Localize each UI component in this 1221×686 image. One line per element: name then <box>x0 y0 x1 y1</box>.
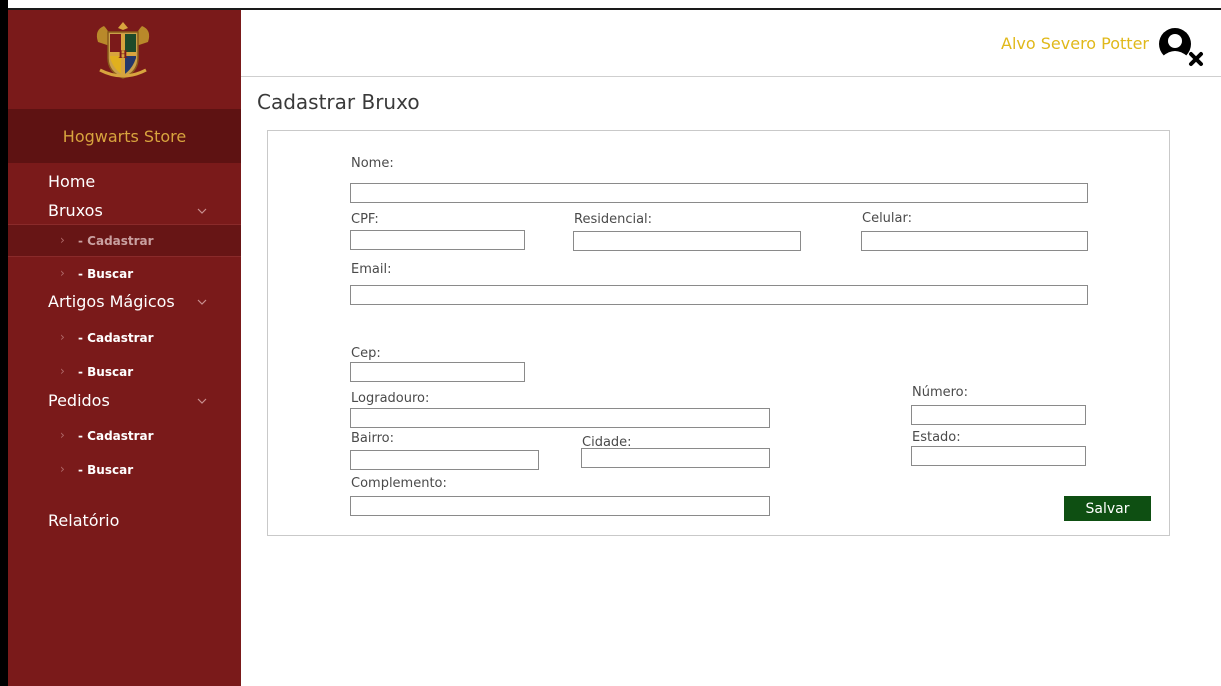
logradouro-field[interactable] <box>350 408 770 428</box>
nav-pedidos-label: Pedidos <box>48 390 110 410</box>
chevron-right-icon: › <box>60 233 65 247</box>
nav-home-label: Home <box>48 171 96 191</box>
nav-bruxos-buscar-label: - Buscar <box>78 267 134 281</box>
logradouro-label: Logradouro: <box>351 391 430 406</box>
nav-pedidos-buscar-label: - Buscar <box>78 463 134 477</box>
cpf-field[interactable] <box>350 230 525 250</box>
nav-artigos-cadastrar-label: - Cadastrar <box>78 331 154 345</box>
nav-relatorio-label: Relatório <box>48 510 120 530</box>
nav-bruxos-buscar[interactable]: › - Buscar <box>8 258 241 291</box>
nome-field[interactable] <box>350 183 1088 203</box>
cpf-label: CPF: <box>351 212 379 227</box>
chevron-down-icon <box>195 203 209 217</box>
nav-pedidos[interactable]: Pedidos <box>8 387 241 413</box>
nav-artigos-cadastrar[interactable]: › - Cadastrar <box>8 322 241 355</box>
chevron-right-icon: › <box>60 462 65 476</box>
complemento-field[interactable] <box>350 496 770 516</box>
brand-title: Hogwarts Store <box>8 109 241 163</box>
cidade-field[interactable] <box>581 448 770 468</box>
nav-artigos-label: Artigos Mágicos <box>48 291 175 311</box>
chevron-right-icon: › <box>60 266 65 280</box>
residencial-label: Residencial: <box>574 212 653 227</box>
email-label: Email: <box>351 262 392 277</box>
estado-label: Estado: <box>912 430 961 445</box>
celular-label: Celular: <box>862 211 913 226</box>
chevron-down-icon <box>195 294 209 308</box>
complemento-label: Complemento: <box>351 476 447 491</box>
celular-field[interactable] <box>861 231 1088 251</box>
window-frame-top <box>0 0 1221 8</box>
email-field[interactable] <box>350 285 1088 305</box>
nav-artigos-buscar[interactable]: › - Buscar <box>8 356 241 389</box>
hogwarts-crest-icon: H <box>90 20 156 82</box>
nav-bruxos-cadastrar-label: - Cadastrar <box>78 234 154 248</box>
sidebar: H Hogwarts Store Home Bruxos › - Cadastr… <box>8 10 241 686</box>
nav-artigos-magicos[interactable]: Artigos Mágicos <box>8 288 241 314</box>
nav-bruxos[interactable]: Bruxos <box>8 197 241 223</box>
estado-field[interactable] <box>911 446 1086 466</box>
user-name: Alvo Severo Potter <box>1001 34 1149 53</box>
top-header: Alvo Severo Potter <box>241 10 1221 77</box>
chevron-right-icon: › <box>60 364 65 378</box>
residencial-field[interactable] <box>573 231 801 251</box>
svg-text:H: H <box>118 50 127 61</box>
save-button[interactable]: Salvar <box>1064 496 1151 521</box>
nav-pedidos-cadastrar-label: - Cadastrar <box>78 429 154 443</box>
nav-pedidos-buscar[interactable]: › - Buscar <box>8 454 241 487</box>
chevron-right-icon: › <box>60 428 65 442</box>
nav-bruxos-cadastrar[interactable]: › - Cadastrar <box>8 224 241 257</box>
user-remove-icon[interactable] <box>1153 24 1209 74</box>
bairro-label: Bairro: <box>351 431 395 446</box>
cep-label: Cep: <box>351 346 381 361</box>
nav-relatorio[interactable]: Relatório <box>8 507 241 533</box>
chevron-down-icon <box>195 393 209 407</box>
nav-home[interactable]: Home <box>8 168 241 194</box>
cep-field[interactable] <box>350 362 525 382</box>
bairro-field[interactable] <box>350 450 539 470</box>
chevron-right-icon: › <box>60 330 65 344</box>
page-title: Cadastrar Bruxo <box>257 90 420 114</box>
nav-artigos-buscar-label: - Buscar <box>78 365 134 379</box>
window-frame-left <box>0 0 8 686</box>
numero-label: Número: <box>912 385 969 400</box>
numero-field[interactable] <box>911 405 1086 425</box>
nome-label: Nome: <box>351 156 394 171</box>
nav-pedidos-cadastrar[interactable]: › - Cadastrar <box>8 420 241 453</box>
nav-bruxos-label: Bruxos <box>48 200 103 220</box>
